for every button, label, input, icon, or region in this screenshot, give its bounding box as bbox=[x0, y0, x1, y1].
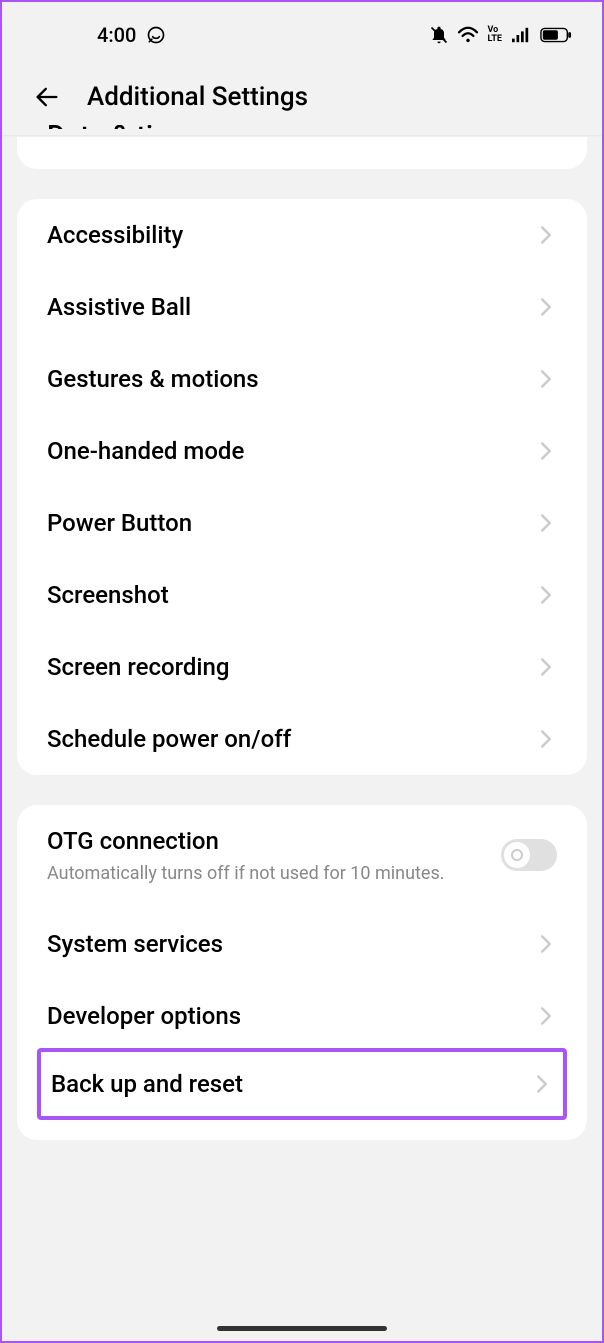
otg-subtitle: Automatically turns off if not used for … bbox=[47, 861, 481, 886]
chevron-right-icon bbox=[539, 514, 557, 532]
settings-row-otg: OTG connection Automatically turns off i… bbox=[17, 805, 587, 908]
card-system-group: OTG connection Automatically turns off i… bbox=[17, 805, 587, 1140]
chevron-right-icon bbox=[539, 1007, 557, 1025]
settings-row-assistive-ball[interactable]: Assistive Ball bbox=[17, 271, 587, 343]
settings-row-system-services[interactable]: System services bbox=[17, 908, 587, 980]
settings-label: One-handed mode bbox=[47, 437, 244, 465]
settings-label: Screenshot bbox=[47, 581, 169, 609]
highlight-box: Back up and reset bbox=[37, 1048, 567, 1120]
chevron-right-icon bbox=[539, 935, 557, 953]
settings-row-gestures[interactable]: Gestures & motions bbox=[17, 343, 587, 415]
settings-label: Assistive Ball bbox=[47, 293, 191, 321]
status-bar: 4:00 VoLTE bbox=[2, 2, 602, 62]
settings-row-backup-reset[interactable]: Back up and reset bbox=[41, 1052, 563, 1116]
settings-label: System services bbox=[47, 930, 223, 958]
header: Additional Settings bbox=[2, 62, 602, 142]
chevron-right-icon bbox=[535, 1075, 553, 1093]
settings-label: Schedule power on/off bbox=[47, 725, 291, 753]
settings-row-power-button[interactable]: Power Button bbox=[17, 487, 587, 559]
settings-row-one-handed[interactable]: One-handed mode bbox=[17, 415, 587, 487]
settings-label: Back up and reset bbox=[51, 1070, 243, 1098]
settings-label: Developer options bbox=[47, 1002, 241, 1030]
volte-icon: VoLTE bbox=[487, 26, 502, 42]
settings-row-developer-options[interactable]: Developer options bbox=[17, 980, 587, 1052]
toggle-text: OTG connection Automatically turns off i… bbox=[47, 827, 501, 886]
back-button[interactable] bbox=[32, 82, 62, 112]
battery-icon bbox=[540, 26, 572, 44]
chevron-right-icon bbox=[539, 370, 557, 388]
settings-label: Accessibility bbox=[47, 221, 183, 249]
toggle-knob bbox=[504, 842, 530, 868]
otg-toggle[interactable] bbox=[501, 839, 557, 871]
chevron-right-icon bbox=[539, 226, 557, 244]
settings-row-schedule-power[interactable]: Schedule power on/off bbox=[17, 703, 587, 775]
settings-label: Screen recording bbox=[47, 653, 229, 681]
card-accessibility-group: Accessibility Assistive Ball Gestures & … bbox=[17, 199, 587, 775]
page-title: Additional Settings bbox=[87, 82, 308, 112]
card-partial: Date & time bbox=[17, 137, 587, 169]
whatsapp-icon bbox=[146, 25, 166, 45]
wifi-icon bbox=[457, 26, 479, 44]
otg-title: OTG connection bbox=[47, 827, 481, 855]
chevron-right-icon bbox=[539, 442, 557, 460]
chevron-right-icon bbox=[539, 730, 557, 748]
home-indicator[interactable] bbox=[217, 1326, 387, 1331]
settings-row-screen-recording[interactable]: Screen recording bbox=[17, 631, 587, 703]
settings-label: Power Button bbox=[47, 509, 192, 537]
status-right: VoLTE bbox=[429, 25, 572, 45]
chevron-right-icon bbox=[539, 298, 557, 316]
content: Date & time Accessibility Assistive Ball… bbox=[2, 137, 602, 1140]
mute-icon bbox=[429, 25, 449, 45]
status-time: 4:00 bbox=[97, 23, 136, 47]
settings-label: Gestures & motions bbox=[47, 365, 259, 393]
settings-row-date-time[interactable]: Date & time bbox=[17, 137, 587, 169]
chevron-right-icon bbox=[539, 586, 557, 604]
status-left: 4:00 bbox=[32, 23, 166, 47]
signal-icon bbox=[510, 26, 532, 44]
settings-row-accessibility[interactable]: Accessibility bbox=[17, 199, 587, 271]
settings-row-screenshot[interactable]: Screenshot bbox=[17, 559, 587, 631]
chevron-right-icon bbox=[539, 658, 557, 676]
